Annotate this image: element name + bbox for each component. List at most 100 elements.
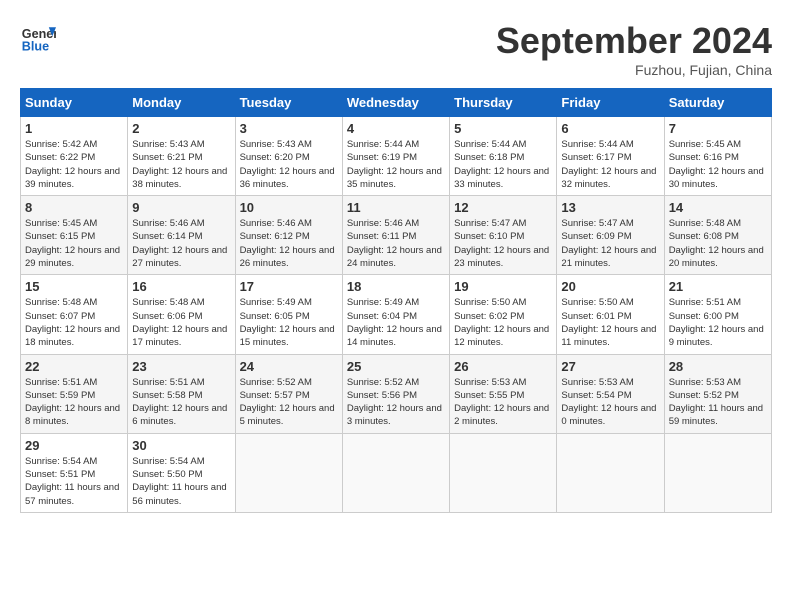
day-info: Sunrise: 5:48 AMSunset: 6:07 PMDaylight:… <box>25 296 123 349</box>
calendar-cell: 14 Sunrise: 5:48 AMSunset: 6:08 PMDaylig… <box>664 196 771 275</box>
day-info: Sunrise: 5:46 AMSunset: 6:11 PMDaylight:… <box>347 217 445 270</box>
day-number: 18 <box>347 279 445 294</box>
calendar-cell: 6 Sunrise: 5:44 AMSunset: 6:17 PMDayligh… <box>557 117 664 196</box>
day-number: 17 <box>240 279 338 294</box>
day-number: 24 <box>240 359 338 374</box>
col-monday: Monday <box>128 89 235 117</box>
header-row: Sunday Monday Tuesday Wednesday Thursday… <box>21 89 772 117</box>
calendar-cell: 26 Sunrise: 5:53 AMSunset: 5:55 PMDaylig… <box>450 354 557 433</box>
day-number: 15 <box>25 279 123 294</box>
day-info: Sunrise: 5:44 AMSunset: 6:18 PMDaylight:… <box>454 138 552 191</box>
calendar-week-5: 29 Sunrise: 5:54 AMSunset: 5:51 PMDaylig… <box>21 433 772 512</box>
day-number: 29 <box>25 438 123 453</box>
calendar-cell: 29 Sunrise: 5:54 AMSunset: 5:51 PMDaylig… <box>21 433 128 512</box>
calendar-week-4: 22 Sunrise: 5:51 AMSunset: 5:59 PMDaylig… <box>21 354 772 433</box>
day-number: 14 <box>669 200 767 215</box>
day-info: Sunrise: 5:52 AMSunset: 5:56 PMDaylight:… <box>347 376 445 429</box>
day-number: 11 <box>347 200 445 215</box>
page-header: General Blue September 2024 Fuzhou, Fuji… <box>20 20 772 78</box>
day-number: 22 <box>25 359 123 374</box>
day-info: Sunrise: 5:49 AMSunset: 6:05 PMDaylight:… <box>240 296 338 349</box>
day-number: 25 <box>347 359 445 374</box>
day-info: Sunrise: 5:51 AMSunset: 5:59 PMDaylight:… <box>25 376 123 429</box>
day-info: Sunrise: 5:48 AMSunset: 6:08 PMDaylight:… <box>669 217 767 270</box>
day-number: 28 <box>669 359 767 374</box>
col-tuesday: Tuesday <box>235 89 342 117</box>
day-info: Sunrise: 5:50 AMSunset: 6:02 PMDaylight:… <box>454 296 552 349</box>
calendar-cell: 13 Sunrise: 5:47 AMSunset: 6:09 PMDaylig… <box>557 196 664 275</box>
day-info: Sunrise: 5:42 AMSunset: 6:22 PMDaylight:… <box>25 138 123 191</box>
day-info: Sunrise: 5:51 AMSunset: 6:00 PMDaylight:… <box>669 296 767 349</box>
calendar-cell: 5 Sunrise: 5:44 AMSunset: 6:18 PMDayligh… <box>450 117 557 196</box>
calendar-week-2: 8 Sunrise: 5:45 AMSunset: 6:15 PMDayligh… <box>21 196 772 275</box>
day-number: 5 <box>454 121 552 136</box>
calendar-cell: 24 Sunrise: 5:52 AMSunset: 5:57 PMDaylig… <box>235 354 342 433</box>
calendar-week-3: 15 Sunrise: 5:48 AMSunset: 6:07 PMDaylig… <box>21 275 772 354</box>
day-number: 26 <box>454 359 552 374</box>
location-subtitle: Fuzhou, Fujian, China <box>496 62 772 78</box>
day-number: 6 <box>561 121 659 136</box>
calendar-cell <box>342 433 449 512</box>
day-info: Sunrise: 5:53 AMSunset: 5:54 PMDaylight:… <box>561 376 659 429</box>
calendar-cell: 30 Sunrise: 5:54 AMSunset: 5:50 PMDaylig… <box>128 433 235 512</box>
calendar-cell: 27 Sunrise: 5:53 AMSunset: 5:54 PMDaylig… <box>557 354 664 433</box>
col-friday: Friday <box>557 89 664 117</box>
day-info: Sunrise: 5:43 AMSunset: 6:20 PMDaylight:… <box>240 138 338 191</box>
day-info: Sunrise: 5:51 AMSunset: 5:58 PMDaylight:… <box>132 376 230 429</box>
calendar-cell: 23 Sunrise: 5:51 AMSunset: 5:58 PMDaylig… <box>128 354 235 433</box>
day-number: 19 <box>454 279 552 294</box>
calendar-cell: 2 Sunrise: 5:43 AMSunset: 6:21 PMDayligh… <box>128 117 235 196</box>
day-info: Sunrise: 5:49 AMSunset: 6:04 PMDaylight:… <box>347 296 445 349</box>
day-info: Sunrise: 5:45 AMSunset: 6:16 PMDaylight:… <box>669 138 767 191</box>
day-number: 23 <box>132 359 230 374</box>
calendar-cell: 20 Sunrise: 5:50 AMSunset: 6:01 PMDaylig… <box>557 275 664 354</box>
calendar-cell <box>450 433 557 512</box>
logo: General Blue <box>20 20 56 56</box>
day-number: 2 <box>132 121 230 136</box>
calendar-cell: 3 Sunrise: 5:43 AMSunset: 6:20 PMDayligh… <box>235 117 342 196</box>
day-info: Sunrise: 5:53 AMSunset: 5:55 PMDaylight:… <box>454 376 552 429</box>
logo-icon: General Blue <box>20 20 56 56</box>
calendar-table: Sunday Monday Tuesday Wednesday Thursday… <box>20 88 772 513</box>
day-number: 9 <box>132 200 230 215</box>
day-number: 12 <box>454 200 552 215</box>
day-number: 21 <box>669 279 767 294</box>
calendar-cell: 21 Sunrise: 5:51 AMSunset: 6:00 PMDaylig… <box>664 275 771 354</box>
day-number: 8 <box>25 200 123 215</box>
calendar-cell: 15 Sunrise: 5:48 AMSunset: 6:07 PMDaylig… <box>21 275 128 354</box>
day-number: 1 <box>25 121 123 136</box>
calendar-cell: 11 Sunrise: 5:46 AMSunset: 6:11 PMDaylig… <box>342 196 449 275</box>
col-sunday: Sunday <box>21 89 128 117</box>
calendar-cell: 10 Sunrise: 5:46 AMSunset: 6:12 PMDaylig… <box>235 196 342 275</box>
calendar-cell <box>557 433 664 512</box>
calendar-cell: 9 Sunrise: 5:46 AMSunset: 6:14 PMDayligh… <box>128 196 235 275</box>
calendar-cell: 7 Sunrise: 5:45 AMSunset: 6:16 PMDayligh… <box>664 117 771 196</box>
day-info: Sunrise: 5:45 AMSunset: 6:15 PMDaylight:… <box>25 217 123 270</box>
col-thursday: Thursday <box>450 89 557 117</box>
calendar-cell: 16 Sunrise: 5:48 AMSunset: 6:06 PMDaylig… <box>128 275 235 354</box>
calendar-cell: 17 Sunrise: 5:49 AMSunset: 6:05 PMDaylig… <box>235 275 342 354</box>
day-info: Sunrise: 5:54 AMSunset: 5:50 PMDaylight:… <box>132 455 230 508</box>
month-title: September 2024 <box>496 20 772 62</box>
calendar-cell: 4 Sunrise: 5:44 AMSunset: 6:19 PMDayligh… <box>342 117 449 196</box>
day-info: Sunrise: 5:44 AMSunset: 6:19 PMDaylight:… <box>347 138 445 191</box>
day-number: 30 <box>132 438 230 453</box>
calendar-cell: 22 Sunrise: 5:51 AMSunset: 5:59 PMDaylig… <box>21 354 128 433</box>
calendar-cell: 12 Sunrise: 5:47 AMSunset: 6:10 PMDaylig… <box>450 196 557 275</box>
day-info: Sunrise: 5:52 AMSunset: 5:57 PMDaylight:… <box>240 376 338 429</box>
col-wednesday: Wednesday <box>342 89 449 117</box>
day-info: Sunrise: 5:50 AMSunset: 6:01 PMDaylight:… <box>561 296 659 349</box>
calendar-cell: 25 Sunrise: 5:52 AMSunset: 5:56 PMDaylig… <box>342 354 449 433</box>
day-info: Sunrise: 5:54 AMSunset: 5:51 PMDaylight:… <box>25 455 123 508</box>
day-info: Sunrise: 5:53 AMSunset: 5:52 PMDaylight:… <box>669 376 767 429</box>
day-info: Sunrise: 5:43 AMSunset: 6:21 PMDaylight:… <box>132 138 230 191</box>
calendar-cell: 28 Sunrise: 5:53 AMSunset: 5:52 PMDaylig… <box>664 354 771 433</box>
svg-text:Blue: Blue <box>22 40 49 54</box>
day-number: 16 <box>132 279 230 294</box>
day-number: 3 <box>240 121 338 136</box>
day-info: Sunrise: 5:46 AMSunset: 6:14 PMDaylight:… <box>132 217 230 270</box>
calendar-cell: 19 Sunrise: 5:50 AMSunset: 6:02 PMDaylig… <box>450 275 557 354</box>
col-saturday: Saturday <box>664 89 771 117</box>
calendar-cell: 8 Sunrise: 5:45 AMSunset: 6:15 PMDayligh… <box>21 196 128 275</box>
day-info: Sunrise: 5:44 AMSunset: 6:17 PMDaylight:… <box>561 138 659 191</box>
